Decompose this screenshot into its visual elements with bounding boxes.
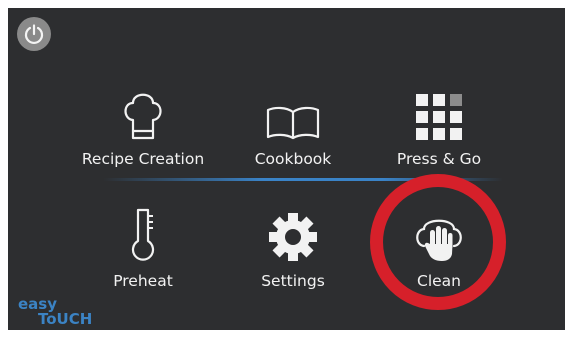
gear-icon: [269, 213, 317, 261]
power-icon: [24, 24, 44, 45]
section-divider: [103, 178, 503, 181]
logo-line-touch: ToUCH: [38, 310, 93, 328]
clean-label: Clean: [417, 272, 461, 290]
preheat-button[interactable]: Preheat: [68, 200, 218, 310]
open-book-icon: [266, 106, 320, 140]
press-and-go-button[interactable]: Press & Go: [364, 78, 514, 188]
cookbook-label: Cookbook: [254, 150, 332, 168]
press-and-go-label: Press & Go: [396, 150, 482, 168]
grid-icon: [416, 94, 462, 140]
settings-button[interactable]: Settings: [218, 200, 368, 310]
recipe-creation-label: Recipe Creation: [81, 150, 205, 168]
power-button[interactable]: [17, 17, 51, 51]
oven-control-screen: Recipe Creation Cookbook Press & Go Preh…: [8, 8, 565, 330]
clean-button[interactable]: Clean: [364, 200, 514, 310]
cookbook-button[interactable]: Cookbook: [218, 78, 368, 188]
easytouch-logo: easy ToUCH: [18, 297, 92, 327]
preheat-label: Preheat: [113, 272, 173, 290]
hand-on-hat-icon: [416, 219, 462, 261]
chef-hat-icon: [124, 93, 162, 140]
thermometer-icon: [131, 208, 155, 261]
settings-label: Settings: [261, 272, 325, 290]
recipe-creation-button[interactable]: Recipe Creation: [68, 78, 218, 188]
